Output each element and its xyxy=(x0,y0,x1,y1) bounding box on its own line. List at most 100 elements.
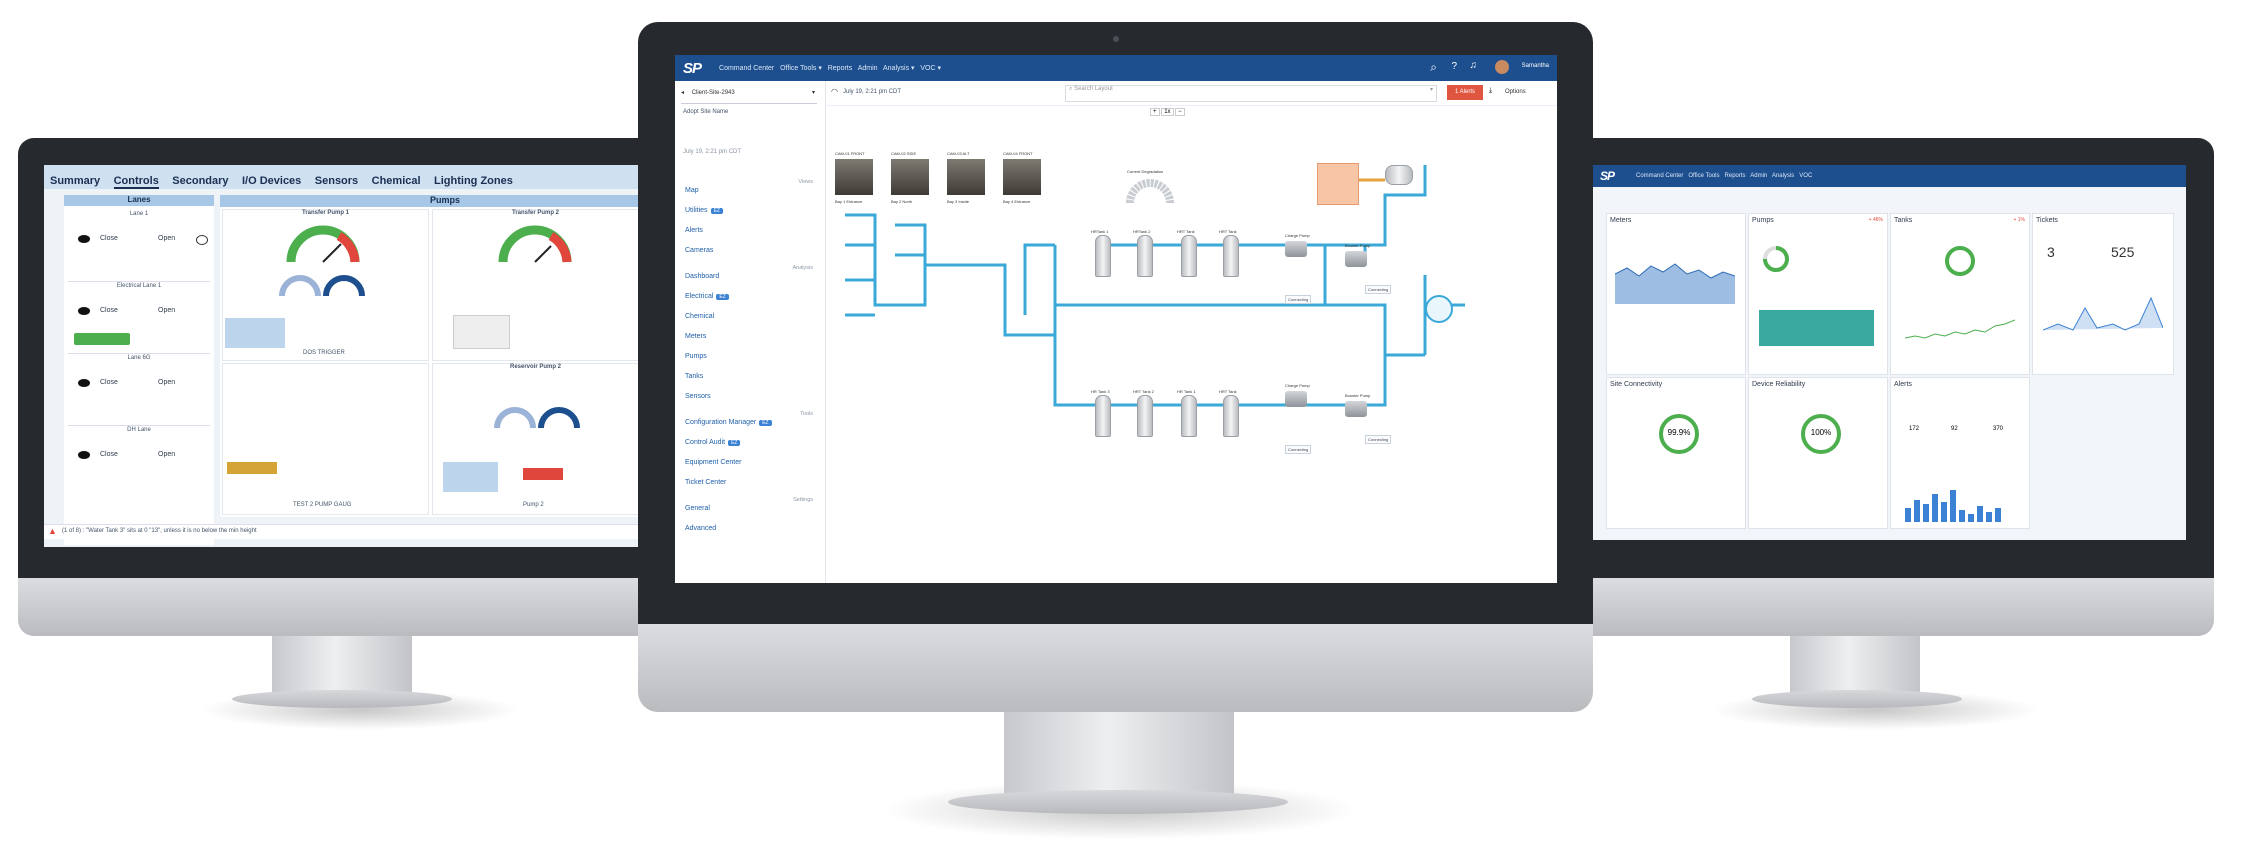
nav-command-center[interactable]: Command Center xyxy=(1636,173,1683,179)
tank[interactable] xyxy=(1095,235,1111,277)
search-icon[interactable]: ⌕ xyxy=(1430,60,1437,75)
transfer-pump-2-card: Transfer Pump 2 xyxy=(432,209,639,361)
alerts-card: Alerts 172 92 370 xyxy=(1890,377,2030,529)
close-button[interactable]: Close xyxy=(100,451,118,458)
tab-sensors[interactable]: Sensors xyxy=(315,175,358,187)
meters-card: Meters xyxy=(1606,213,1746,375)
search-input[interactable]: ⌕ Search Layout ▾ xyxy=(1065,85,1437,102)
sidebar-item-dashboard[interactable]: Dashboard xyxy=(685,273,719,280)
tank[interactable] xyxy=(1181,395,1197,437)
nav-analysis[interactable]: Analysis xyxy=(1772,173,1794,179)
sidebar-item-cameras[interactable]: Cameras xyxy=(685,247,713,254)
sidebar-item-general[interactable]: General xyxy=(685,505,710,512)
close-button[interactable]: Close xyxy=(100,235,118,242)
nav-voc[interactable]: VOC xyxy=(920,65,935,72)
sidebar-item-configuration-manager[interactable]: Configuration Manager EZ xyxy=(685,419,772,426)
pump-label: Charge Pump xyxy=(1285,233,1310,238)
sidebar-badge: EZ xyxy=(716,294,729,300)
tanks-card: Tanks + 1% xyxy=(1890,213,2030,375)
close-button[interactable]: Close xyxy=(100,307,118,314)
test-pump-label: TEST 2 PUMP GAUG xyxy=(293,502,352,508)
open-button[interactable]: Open xyxy=(158,307,175,314)
sidebar-item-control-audit[interactable]: Control Audit EZ xyxy=(685,439,741,446)
meters-area-chart xyxy=(1615,263,1735,304)
nav-voc[interactable]: VOC xyxy=(1799,173,1812,179)
nav-command-center[interactable]: Command Center xyxy=(719,65,774,72)
stop-button[interactable] xyxy=(523,468,563,480)
sidebar-item-chemical[interactable]: Chemical xyxy=(685,313,714,320)
tab-chemical[interactable]: Chemical xyxy=(372,175,421,187)
pump[interactable] xyxy=(1285,241,1307,257)
pump[interactable] xyxy=(1345,251,1367,267)
tank[interactable] xyxy=(1137,235,1153,277)
sidebar-item-map[interactable]: Map xyxy=(685,187,699,194)
bell-icon[interactable]: ♫ xyxy=(1470,60,1478,71)
sidebar-item-advanced[interactable]: Advanced xyxy=(685,525,716,532)
site-connectivity-card: Site Connectivity 99.9% xyxy=(1606,377,1746,529)
sidebar-item-pumps[interactable]: Pumps xyxy=(685,353,707,360)
transfer-pump-1-card: Transfer Pump 1 DOS TRIGGER xyxy=(222,209,429,361)
sidebar-badge: EZ xyxy=(710,208,723,214)
warning-icon: ▲ xyxy=(48,526,57,536)
sidebar-item-label: Advanced xyxy=(685,525,717,532)
tank[interactable] xyxy=(1095,395,1111,437)
tab-io-devices[interactable]: I/O Devices xyxy=(242,175,301,187)
tab-lighting-zones[interactable]: Lighting Zones xyxy=(434,175,513,187)
tank[interactable] xyxy=(1223,235,1239,277)
horizontal-tank[interactable] xyxy=(1385,165,1413,185)
tanks-line-chart xyxy=(1905,319,2015,339)
help-icon[interactable]: ? xyxy=(1451,61,1457,72)
sidebar: ◂ Client-Site-2943 ▾ Adopt Site Name Jul… xyxy=(675,81,826,583)
nav-office-tools[interactable]: Office Tools xyxy=(780,65,816,72)
close-button[interactable]: Close xyxy=(100,379,118,386)
pump[interactable] xyxy=(1285,391,1307,407)
sidebar-item-electrical[interactable]: Electrical EZ xyxy=(685,293,729,300)
alerts-value-1: 172 xyxy=(1909,426,1920,432)
reset-button[interactable] xyxy=(227,462,277,474)
sidebar-item-equipment-center[interactable]: Equipment Center xyxy=(685,459,741,466)
status-badge: Connecting xyxy=(1365,285,1392,294)
sidebar-item-label: Chemical xyxy=(685,313,715,320)
tank-label: HRT Tank xyxy=(1219,229,1237,234)
enable-button[interactable] xyxy=(74,333,130,345)
status-badge: Connecting xyxy=(1365,435,1392,444)
sidebar-item-ticket-center[interactable]: Ticket Center xyxy=(685,479,726,486)
sidebar-item-tanks[interactable]: Tanks xyxy=(685,373,703,380)
tank[interactable] xyxy=(1137,395,1153,437)
open-button[interactable]: Open xyxy=(158,451,175,458)
back-icon[interactable]: ◂ xyxy=(681,90,684,96)
nav-analysis[interactable]: Analysis xyxy=(883,65,909,72)
tab-summary[interactable]: Summary xyxy=(50,175,100,187)
nav-reports[interactable]: Reports xyxy=(1725,173,1746,179)
tank[interactable] xyxy=(1181,235,1197,277)
alerts-button[interactable]: 1 Alerts xyxy=(1447,85,1483,100)
dispense-valve[interactable] xyxy=(1425,295,1453,323)
open-button[interactable]: Open xyxy=(158,235,175,242)
brand-logo[interactable]: SP xyxy=(683,60,702,77)
right-nav: Command Center Office Tools Reports Admi… xyxy=(1636,173,1812,179)
avatar[interactable] xyxy=(1495,60,1509,74)
open-button[interactable]: Open xyxy=(158,379,175,386)
nav-admin[interactable]: Admin xyxy=(1750,173,1767,179)
nav-reports[interactable]: Reports xyxy=(828,65,853,72)
tab-secondary[interactable]: Secondary xyxy=(172,175,228,187)
highlighted-tank[interactable] xyxy=(1317,163,1359,205)
brand-logo[interactable]: SP xyxy=(1600,169,1615,183)
nav-office-tools[interactable]: Office Tools xyxy=(1688,173,1719,179)
site-subtitle: Adopt Site Name xyxy=(683,109,729,115)
download-icon[interactable]: ⤓ xyxy=(1489,87,1492,95)
sidebar-item-meters[interactable]: Meters xyxy=(685,333,706,340)
sidebar-item-alerts[interactable]: Alerts xyxy=(685,227,703,234)
options-button[interactable]: Options xyxy=(1505,89,1526,95)
tickets-line-chart xyxy=(2043,296,2163,331)
sidebar-item-sensors[interactable]: Sensors xyxy=(685,393,711,400)
tank[interactable] xyxy=(1223,395,1239,437)
nav-admin[interactable]: Admin xyxy=(858,65,878,72)
toggle-icon[interactable] xyxy=(196,235,208,245)
user-name[interactable]: Samantha xyxy=(1522,63,1549,69)
site-select[interactable]: ◂ Client-Site-2943 ▾ xyxy=(681,89,817,104)
sidebar-item-utilities[interactable]: Utilities EZ xyxy=(685,207,723,214)
tab-controls[interactable]: Controls xyxy=(113,175,159,189)
sidebar-item-label: Dashboard xyxy=(685,273,720,280)
pump[interactable] xyxy=(1345,401,1367,417)
